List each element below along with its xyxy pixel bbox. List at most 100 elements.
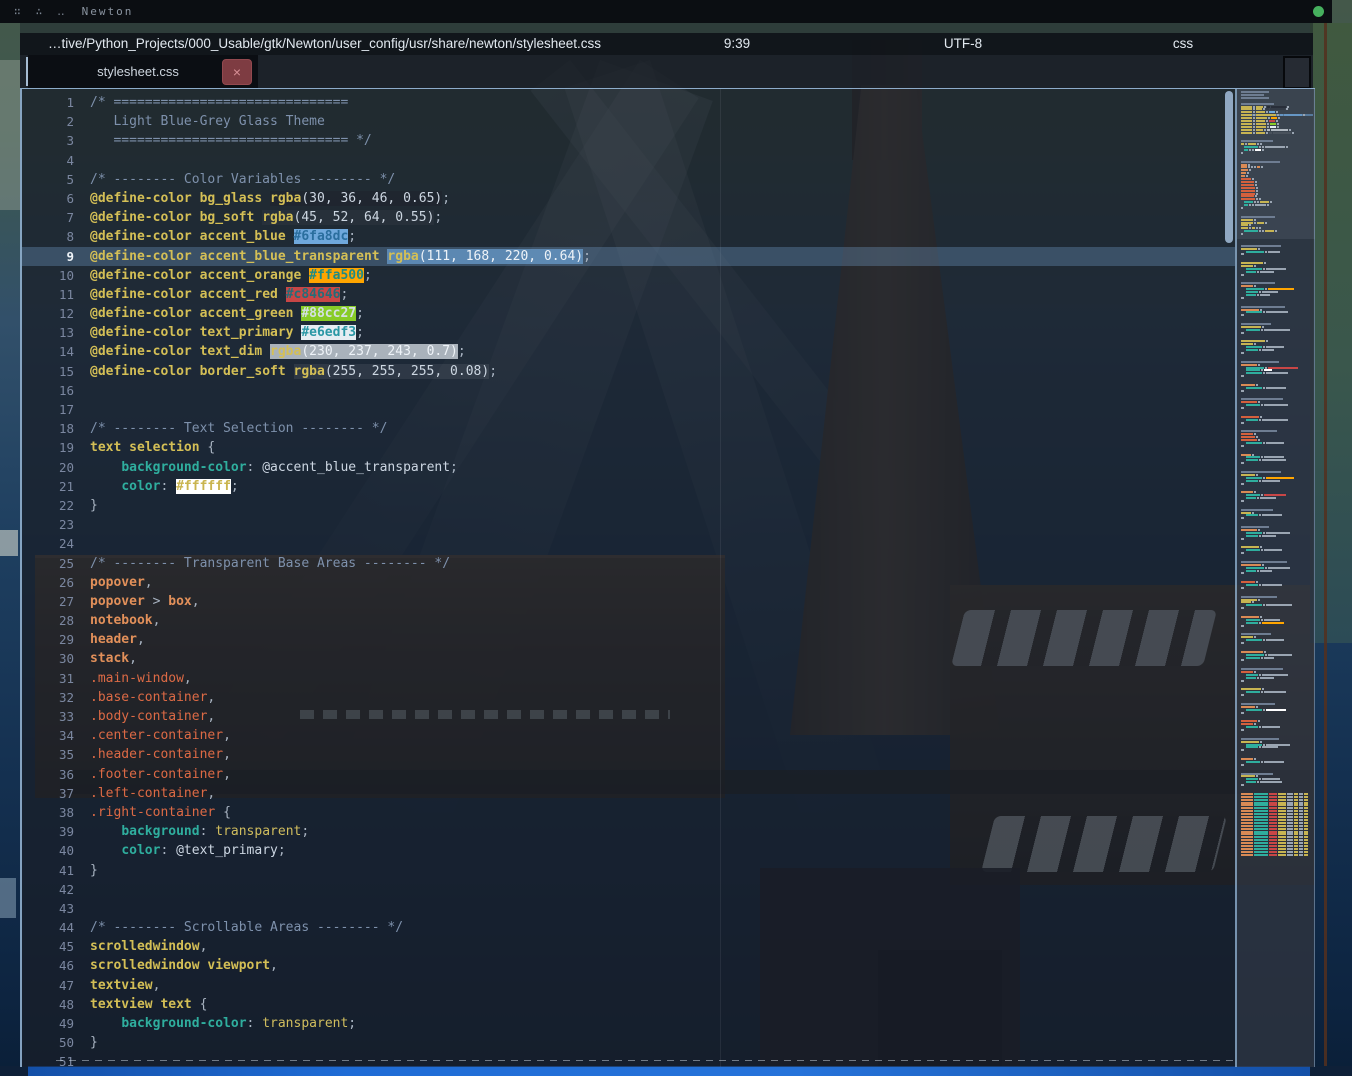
code-line[interactable]: 26popover,	[22, 573, 1235, 592]
workspace-icon-3[interactable]: ‥	[57, 5, 65, 18]
code-line[interactable]: 27popover > box,	[22, 592, 1235, 611]
code-token	[90, 460, 121, 475]
code-line[interactable]: 1/* ==============================	[22, 93, 1235, 112]
minimap-row	[1241, 245, 1281, 247]
scrollbar-thumb[interactable]	[1225, 91, 1233, 243]
minimap-row	[1241, 120, 1278, 122]
code-line[interactable]: 13@define-color text_primary #e6edf3;	[22, 323, 1235, 342]
minimap-row	[1241, 529, 1260, 531]
minimap-row	[1241, 97, 1269, 99]
code-token: textview	[90, 997, 153, 1012]
cursor-position: 9:39	[724, 36, 750, 51]
code-line[interactable]: 44/* -------- Scrollable Areas -------- …	[22, 918, 1235, 937]
line-number: 32	[22, 688, 90, 707]
code-line[interactable]: 31.main-window,	[22, 669, 1235, 688]
code-line[interactable]: 40 color: @text_primary;	[22, 841, 1235, 860]
minimap-row	[1241, 164, 1250, 166]
code-line[interactable]: 32.base-container,	[22, 688, 1235, 707]
code-line[interactable]: 21 color: #ffffff;	[22, 477, 1235, 496]
minimap-row	[1241, 195, 1257, 197]
code-token: #ffa500	[309, 268, 364, 283]
code-token: #ffffff	[176, 479, 231, 494]
code-line[interactable]: 30stack,	[22, 649, 1235, 668]
code-line[interactable]: 14@define-color text_dim rgba(230, 237, …	[22, 342, 1235, 361]
minimap-row	[1246, 367, 1298, 369]
code-line[interactable]: 45scrolledwindow,	[22, 937, 1235, 956]
code-line[interactable]: 5/* -------- Color Variables -------- */	[22, 170, 1235, 189]
code-token: selection	[129, 440, 199, 455]
code-line[interactable]: 46scrolledwindow viewport,	[22, 956, 1235, 975]
code-line[interactable]: 20 background-color: @accent_blue_transp…	[22, 458, 1235, 477]
code-line[interactable]: 23	[22, 515, 1235, 534]
code-line[interactable]: 36.footer-container,	[22, 765, 1235, 784]
code-textview[interactable]: 1/* ==============================2 Ligh…	[22, 93, 1235, 1067]
code-line[interactable]: 38.right-container {	[22, 803, 1235, 822]
minimap-row	[1241, 106, 1289, 108]
tab-stylesheet-css[interactable]: stylesheet.css ×	[28, 55, 258, 88]
code-token: ;	[364, 268, 372, 283]
minimap-row	[1241, 332, 1244, 334]
minimap-row	[1241, 538, 1244, 540]
minimap-row	[1241, 483, 1244, 485]
code-token: background-color	[121, 1016, 246, 1031]
code-token: ;	[340, 287, 348, 302]
code-line[interactable]: 24	[22, 534, 1235, 553]
minimap-row	[1241, 848, 1308, 850]
code-line[interactable]: 17	[22, 400, 1235, 419]
line-number: 29	[22, 630, 90, 649]
code-line[interactable]: 8@define-color accent_blue #6fa8dc;	[22, 227, 1235, 246]
code-line[interactable]: 22}	[22, 496, 1235, 515]
minimap-row	[1246, 746, 1278, 748]
code-line[interactable]: 3 ============================== */	[22, 131, 1235, 150]
minimap[interactable]	[1237, 89, 1315, 1067]
code-line[interactable]: 48textview text {	[22, 995, 1235, 1014]
code-line[interactable]: 16	[22, 381, 1235, 400]
minimap-row	[1246, 442, 1284, 444]
code-line[interactable]: 33.body-container,	[22, 707, 1235, 726]
line-number: 8	[22, 227, 90, 246]
code-line[interactable]: 7@define-color bg_soft rgba(45, 52, 64, …	[22, 208, 1235, 227]
code-line[interactable]: 18/* -------- Text Selection -------- */	[22, 419, 1235, 438]
line-number: 14	[22, 342, 90, 361]
minimap-row	[1241, 166, 1263, 168]
code-line[interactable]: 34.center-container,	[22, 726, 1235, 745]
workspace-icon-1[interactable]: ∷	[14, 5, 22, 18]
code-line[interactable]: 9@define-color accent_blue_transparent r…	[22, 247, 1235, 266]
minimap-row	[1241, 172, 1249, 174]
code-line[interactable]: 25/* -------- Transparent Base Areas ---…	[22, 554, 1235, 573]
code-line[interactable]: 29header,	[22, 630, 1235, 649]
minimap-row	[1241, 564, 1264, 566]
code-line[interactable]: 35.header-container,	[22, 745, 1235, 764]
editor-window: …tive/Python_Projects/000_Usable/gtk/New…	[20, 23, 1313, 1066]
code-line[interactable]: 39 background: transparent;	[22, 822, 1235, 841]
workspace-icon-2[interactable]: ∴	[36, 5, 44, 18]
code-line[interactable]: 28notebook,	[22, 611, 1235, 630]
minimap-row	[1246, 726, 1280, 728]
minimap-row	[1241, 91, 1269, 93]
minimap-row	[1246, 372, 1288, 374]
code-line[interactable]: 42	[22, 880, 1235, 899]
minimap-row	[1246, 619, 1280, 621]
tab-close-button[interactable]: ×	[222, 59, 252, 85]
code-line[interactable]: 50}	[22, 1033, 1235, 1052]
line-number: 27	[22, 592, 90, 611]
code-line[interactable]: 19text selection {	[22, 438, 1235, 457]
minimap-row	[1246, 622, 1284, 624]
code-line[interactable]: 41}	[22, 861, 1235, 880]
code-line[interactable]: 37.left-container,	[22, 784, 1235, 803]
minimap-row	[1246, 271, 1274, 273]
code-line[interactable]: 49 background-color: transparent;	[22, 1014, 1235, 1033]
code-line[interactable]: 6@define-color bg_glass rgba(30, 36, 46,…	[22, 189, 1235, 208]
code-line[interactable]: 2 Light Blue-Grey Glass Theme	[22, 112, 1235, 131]
code-token: @define-color	[90, 229, 192, 244]
code-line[interactable]: 4	[22, 151, 1235, 170]
minimap-row	[1246, 387, 1286, 389]
minimap-row	[1246, 288, 1294, 290]
code-line[interactable]: 10@define-color accent_orange #ffa500;	[22, 266, 1235, 285]
code-line[interactable]: 11@define-color accent_red #c84646;	[22, 285, 1235, 304]
code-line[interactable]: 12@define-color accent_green #88cc27;	[22, 304, 1235, 323]
vertical-scrollbar[interactable]	[1224, 89, 1235, 1067]
code-line[interactable]: 43	[22, 899, 1235, 918]
code-line[interactable]: 15@define-color border_soft rgba(255, 25…	[22, 362, 1235, 381]
code-line[interactable]: 47textview,	[22, 976, 1235, 995]
